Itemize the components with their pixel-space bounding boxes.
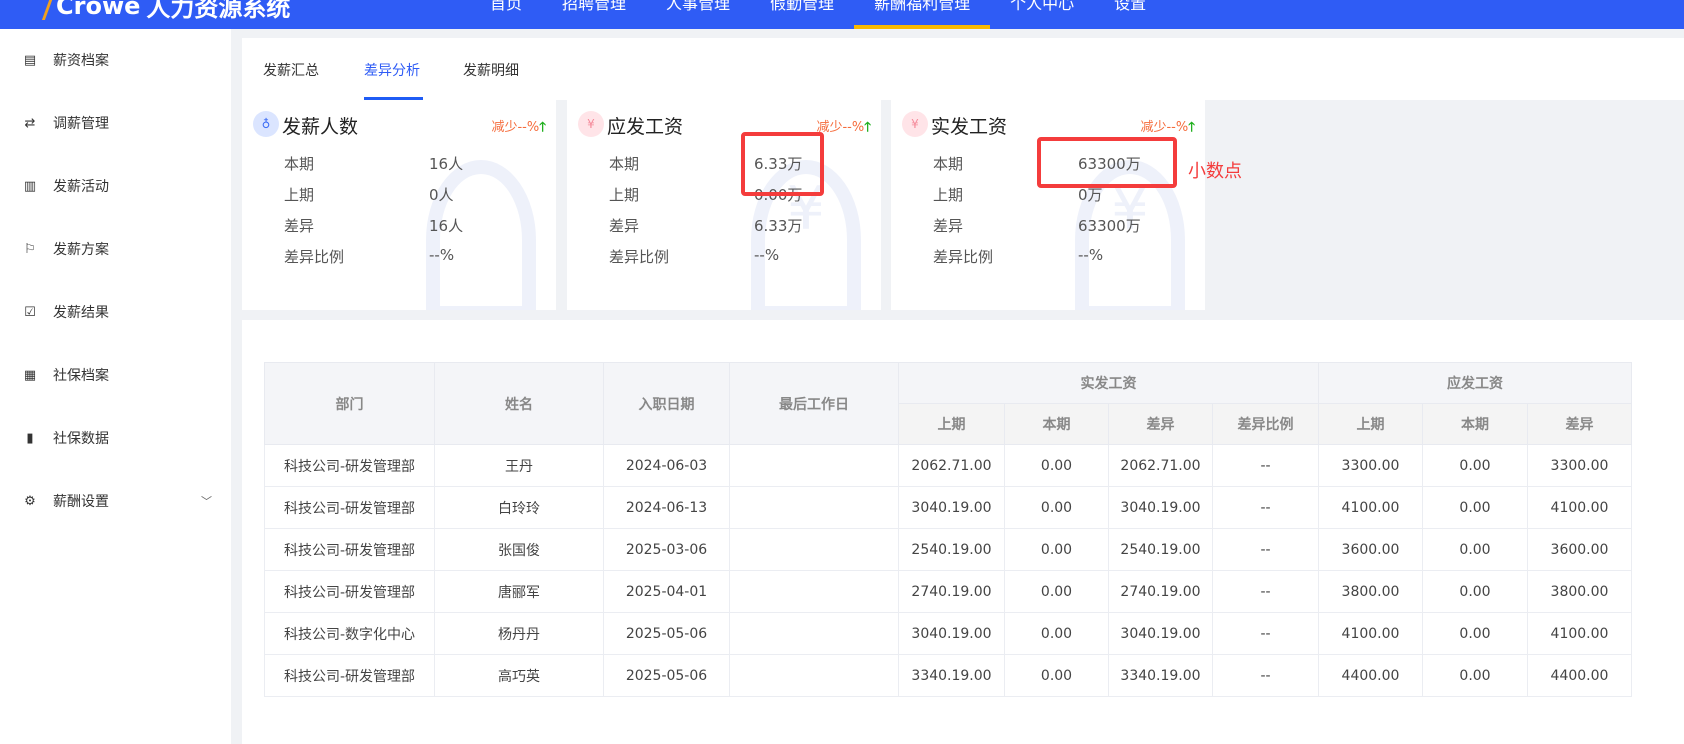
card-row-value: 63300万 bbox=[1078, 217, 1141, 235]
bar-chart-icon: ▮ bbox=[26, 430, 34, 446]
nav-item[interactable]: 招聘管理 bbox=[542, 0, 646, 29]
card-row: 上期 0人 bbox=[284, 184, 544, 205]
card-row: 差异 63300万 bbox=[933, 215, 1193, 236]
sidebar-item[interactable]: ▦ 社保档案 bbox=[22, 365, 212, 385]
card-row-value: 16人 bbox=[429, 217, 464, 235]
arrow-up-icon: 🡑 bbox=[539, 120, 546, 135]
sidebar-item[interactable]: ☑ 发薪结果 bbox=[22, 302, 212, 322]
archive-icon: ▦ bbox=[23, 367, 37, 383]
nav-item[interactable]: 个人中心 bbox=[990, 0, 1094, 29]
nav-item[interactable]: 薪酬福利管理 bbox=[854, 0, 991, 29]
card-row-label: 本期 bbox=[609, 155, 640, 173]
stat-card: ♁ 发薪人数 减少--%🡑 本期 16人 上期 0人 差异 16人 差异比例 --% bbox=[242, 100, 556, 310]
tabs-panel bbox=[242, 38, 1684, 100]
card-row: 差异比例 --% bbox=[284, 246, 544, 267]
system-name: 人力资源系统 bbox=[146, 0, 291, 22]
users-icon: ♁ bbox=[253, 111, 279, 137]
sidebar-item[interactable]: ▮ 社保数据 bbox=[22, 428, 212, 448]
card-row: 本期 16人 bbox=[284, 153, 544, 174]
arrow-up-icon: 🡑 bbox=[864, 120, 871, 135]
money-bag-icon: ¥ bbox=[902, 111, 928, 137]
sidebar-item[interactable]: ⇄ 调薪管理 bbox=[22, 113, 212, 133]
card-row-label: 本期 bbox=[284, 155, 315, 173]
money-bag-icon: ¥ bbox=[578, 111, 604, 137]
card-row: 本期 6.33万 bbox=[609, 153, 869, 174]
file-icon: ▤ bbox=[23, 52, 37, 68]
card-row-label: 上期 bbox=[284, 186, 315, 204]
check-clipboard-icon: ☑ bbox=[24, 304, 36, 320]
annotation-note: 小数点 bbox=[1188, 161, 1242, 182]
flag-icon: ⚐ bbox=[24, 241, 36, 257]
card-trend: 减少--%🡑 bbox=[816, 120, 871, 135]
tab-detail[interactable]: 发薪明细 bbox=[463, 60, 519, 80]
stat-card: ¥ ¥ 应发工资 减少--%🡑 本期 6.33万 上期 0.00万 差异 6.33万 差异比例 --% bbox=[567, 100, 881, 310]
card-row: 差异比例 --% bbox=[609, 246, 869, 267]
sidebar-item-label: 调薪管理 bbox=[53, 116, 109, 132]
sidebar-item-label: 发薪方案 bbox=[53, 242, 109, 258]
sidebar-item-label: 社保档案 bbox=[53, 368, 109, 384]
nav-item[interactable]: 假勤管理 bbox=[750, 0, 854, 29]
main-nav: 首页 招聘管理 人事管理 假勤管理 薪酬福利管理 个人中心 设置 bbox=[470, 0, 1166, 29]
card-row-value: --% bbox=[429, 246, 455, 264]
card-row-label: 上期 bbox=[933, 186, 964, 204]
annotation-box bbox=[741, 132, 824, 196]
card-row-label: 本期 bbox=[933, 155, 964, 173]
card-title: 应发工资 bbox=[607, 116, 684, 138]
card-title: 发薪人数 bbox=[282, 116, 359, 138]
card-row-label: 差异 bbox=[609, 217, 640, 235]
card-row: 差异 6.33万 bbox=[609, 215, 869, 236]
card-row: 上期 0.00万 bbox=[609, 184, 869, 205]
clipboard-icon: ▥ bbox=[23, 178, 37, 194]
nav-item[interactable]: 设置 bbox=[1094, 0, 1166, 29]
exchange-icon: ⇄ bbox=[24, 115, 36, 131]
sidebar-item[interactable]: ▤ 薪资档案 bbox=[22, 50, 212, 70]
sidebar-item[interactable]: ⚙ 薪酬设置 ﹀ bbox=[22, 491, 212, 511]
sidebar-item-label: 社保数据 bbox=[53, 431, 109, 447]
logo-mark-icon bbox=[16, 0, 56, 20]
table-panel bbox=[242, 320, 1684, 744]
sidebar: ▤ 薪资档案 ⇄ 调薪管理 ▥ 发薪活动 ⚐ 发薪方案 ☑ 发薪结果 ▦ 社保档案 ▮ 社保数据 ⚙ 薪酬设置… bbox=[0, 29, 231, 744]
top-nav-bar: Crowe 人力资源系统 首页 招聘管理 人事管理 假勤管理 薪酬福利管理 个人中心 设置 bbox=[0, 0, 1684, 29]
card-row-value: 6.33万 bbox=[754, 217, 803, 235]
chevron-down-icon[interactable]: ﹀ bbox=[201, 493, 212, 509]
logo-text: Crowe bbox=[56, 0, 141, 20]
card-row-label: 差异比例 bbox=[609, 248, 670, 266]
sidebar-item-label: 薪酬设置 bbox=[53, 494, 109, 510]
card-row-value: 0人 bbox=[429, 186, 454, 204]
tab-difference-analysis[interactable]: 差异分析 bbox=[364, 60, 420, 80]
card-row-label: 差异 bbox=[933, 217, 964, 235]
nav-item[interactable]: 首页 bbox=[470, 0, 542, 29]
annotation-box bbox=[1037, 137, 1177, 188]
card-row-label: 上期 bbox=[609, 186, 640, 204]
nav-item[interactable]: 人事管理 bbox=[646, 0, 750, 29]
card-row-value: 16人 bbox=[429, 155, 464, 173]
sidebar-item-label: 薪资档案 bbox=[53, 53, 109, 69]
card-row-label: 差异 bbox=[284, 217, 315, 235]
card-title: 实发工资 bbox=[931, 116, 1008, 138]
card-row-label: 差异比例 bbox=[284, 248, 345, 266]
card-trend: 减少--%🡑 bbox=[491, 120, 546, 135]
sidebar-item[interactable]: ▥ 发薪活动 bbox=[22, 176, 212, 196]
card-row-label: 差异比例 bbox=[933, 248, 994, 266]
logo: Crowe 人力资源系统 bbox=[16, 0, 291, 23]
sidebar-item[interactable]: ⚐ 发薪方案 bbox=[22, 239, 212, 259]
sidebar-item-label: 发薪活动 bbox=[53, 179, 109, 195]
sidebar-item-label: 发薪结果 bbox=[53, 305, 109, 321]
arrow-up-icon: 🡑 bbox=[1188, 120, 1195, 135]
stat-card: ¥ ¥ 实发工资 减少--%🡑 本期 63300万 上期 0万 差异 63300万 差异比例 --% bbox=[891, 100, 1205, 310]
card-row-value: --% bbox=[1078, 246, 1104, 264]
gear-icon: ⚙ bbox=[24, 493, 36, 509]
card-row: 差异比例 --% bbox=[933, 246, 1193, 267]
card-row-value: --% bbox=[754, 246, 780, 264]
card-row: 差异 16人 bbox=[284, 215, 544, 236]
tab-summary[interactable]: 发薪汇总 bbox=[263, 60, 319, 80]
